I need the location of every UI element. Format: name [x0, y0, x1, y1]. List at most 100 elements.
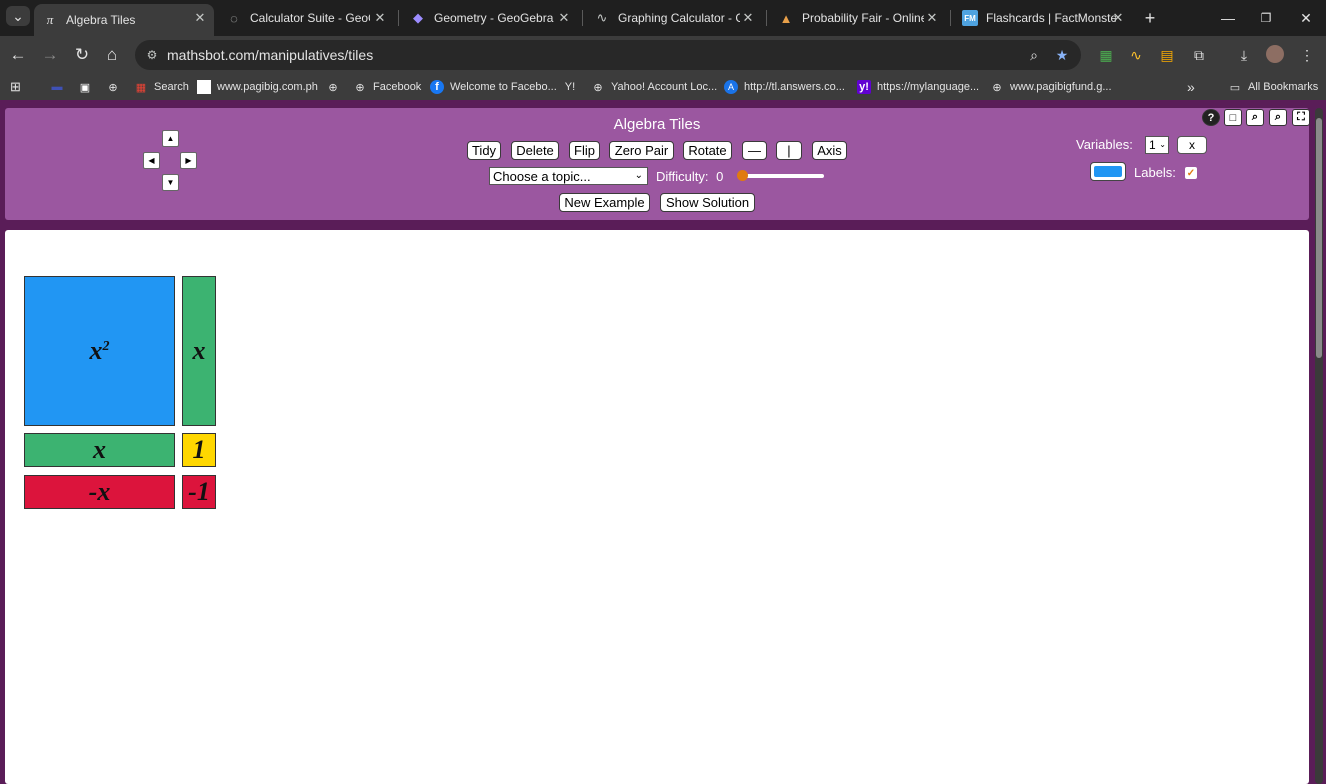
flip-button[interactable]: Flip: [569, 141, 600, 160]
bookmark-yahoo[interactable]: ⊕ Yahoo! Account Loc...: [591, 78, 717, 96]
vertical-tile-button[interactable]: |: [776, 141, 802, 160]
blank-page-icon[interactable]: □: [1224, 109, 1242, 126]
bookmark-icon-only[interactable]: ⊕: [326, 78, 346, 96]
topic-select[interactable]: Choose a topic... ⌄: [489, 167, 648, 185]
tab-probability-fair[interactable]: ▲ Probability Fair - Online Pr ✕: [770, 4, 946, 32]
help-icon[interactable]: ?: [1202, 109, 1220, 126]
url-text[interactable]: mathsbot.com/manipulatives/tiles: [167, 47, 373, 63]
extension-icon[interactable]: ▦: [1096, 45, 1116, 65]
zoom-icon[interactable]: ⌕: [1025, 46, 1043, 64]
tab-graphing-calculator[interactable]: ∿ Graphing Calculator - GeoGebra ✕: [586, 4, 762, 32]
bookmark-pagibigfund[interactable]: ⊕ www.pagibigfund.g...: [990, 78, 1111, 96]
back-icon[interactable]: ←: [6, 43, 30, 67]
horizontal-tile-button[interactable]: —: [742, 141, 767, 160]
tab-search-button[interactable]: ⌄: [6, 6, 30, 26]
restore-icon[interactable]: ❐: [1254, 8, 1278, 28]
tab-algebra-tiles[interactable]: π Algebra Tiles ✕: [34, 4, 214, 36]
control-panel: Algebra Tiles ▲ ◀ ▶ ▼ Tidy Delete Flip Z…: [5, 108, 1310, 220]
bookmark-label: http://tl.answers.co...: [744, 81, 845, 93]
tile-workspace[interactable]: x2 x x 1 -x -1: [5, 230, 1309, 784]
more-bookmarks-icon[interactable]: »: [1187, 78, 1195, 96]
globe-icon: ⊕: [992, 81, 1002, 94]
tab-flashcards[interactable]: FM Flashcards | FactMonster ✕: [954, 4, 1132, 32]
geogebra-icon: ◌: [230, 10, 238, 26]
tile-neg-unit[interactable]: -1: [182, 475, 216, 509]
scrollbar-thumb[interactable]: [1316, 118, 1322, 358]
close-icon[interactable]: ✕: [924, 10, 940, 26]
new-example-button[interactable]: New Example: [559, 193, 650, 212]
tile-neg-x[interactable]: -x: [24, 475, 175, 509]
bookmark-icon-only[interactable]: Y!: [563, 78, 583, 96]
variables-select[interactable]: 1 ⌄: [1145, 136, 1169, 154]
forward-icon[interactable]: →: [38, 43, 62, 67]
close-icon[interactable]: ✕: [740, 10, 756, 26]
bookmark-star-icon[interactable]: ★: [1053, 46, 1071, 64]
tab-title: Flashcards | FactMonster: [986, 11, 1116, 25]
minimize-icon[interactable]: —: [1216, 8, 1240, 28]
fm-icon: FM: [962, 10, 978, 26]
close-icon[interactable]: ✕: [372, 10, 388, 26]
zero-pair-button[interactable]: Zero Pair: [609, 141, 674, 160]
tidy-button[interactable]: Tidy: [467, 141, 501, 160]
fullscreen-icon[interactable]: ⛶: [1292, 109, 1310, 126]
bookmark-mylanguage[interactable]: y! https://mylanguage...: [857, 78, 979, 96]
bookmark-pagibig[interactable]: www.pagibig.com.ph: [197, 78, 318, 96]
color-picker[interactable]: [1090, 162, 1126, 181]
labels-checkbox[interactable]: ✓: [1185, 167, 1197, 179]
bookmark-label: www.pagibig.com.ph: [217, 81, 318, 93]
axis-button[interactable]: Axis: [812, 141, 847, 160]
all-bookmarks[interactable]: ▭ All Bookmarks: [1228, 78, 1319, 96]
rotate-button[interactable]: Rotate: [683, 141, 732, 160]
tab-separator: [398, 10, 399, 26]
download-icon[interactable]: ⤓: [1234, 45, 1254, 65]
difficulty-value: 0: [716, 169, 724, 184]
close-icon[interactable]: ✕: [1110, 10, 1126, 26]
move-left-button[interactable]: ◀: [143, 152, 160, 169]
tab-title: Geometry - GeoGebra: [434, 11, 554, 25]
delete-button[interactable]: Delete: [511, 141, 559, 160]
move-right-button[interactable]: ▶: [180, 152, 197, 169]
address-bar[interactable]: ⚙ mathsbot.com/manipulatives/tiles ⌕ ★: [135, 40, 1081, 70]
bookmark-icon-only[interactable]: ▬: [50, 78, 70, 96]
tile-exponent: 2: [102, 339, 110, 354]
extension-icon[interactable]: ∿: [1126, 45, 1146, 65]
bookmark-answers[interactable]: Ahttp://tl.answers.co...: [724, 78, 845, 96]
tile-x-squared[interactable]: x2: [24, 276, 175, 426]
show-solution-button[interactable]: Show Solution: [660, 193, 755, 212]
new-tab-icon[interactable]: +: [1138, 8, 1162, 28]
close-icon[interactable]: ✕: [556, 10, 572, 26]
tile-label: -1: [188, 477, 210, 506]
tab-geometry[interactable]: ◆ Geometry - GeoGebra ✕: [402, 4, 578, 32]
tile-x-vertical[interactable]: x: [182, 276, 216, 426]
move-up-button[interactable]: ▲: [162, 130, 179, 147]
bookmark-icon-only[interactable]: ▣: [78, 78, 98, 96]
tab-title: Probability Fair - Online Pr: [802, 11, 924, 25]
extensions-puzzle-icon[interactable]: ⧉: [1189, 45, 1209, 65]
apps-icon[interactable]: ⊞: [10, 78, 21, 96]
move-down-button[interactable]: ▼: [162, 174, 179, 191]
geogebra-icon: ◆: [413, 10, 423, 25]
zoom-out-icon[interactable]: ⌕: [1246, 109, 1264, 126]
close-window-icon[interactable]: ✕: [1294, 8, 1318, 28]
bookmark-facebook[interactable]: ⊕ Facebook: [353, 78, 421, 96]
tile-label: -x: [88, 477, 111, 506]
reading-list-icon[interactable]: ▤: [1157, 45, 1177, 65]
bookmark-icon-only[interactable]: ⊕: [106, 78, 126, 96]
variable-name-input[interactable]: x: [1177, 136, 1207, 154]
menu-dots-icon[interactable]: ⋮: [1297, 45, 1317, 65]
bookmark-label: Welcome to Facebo...: [450, 81, 557, 93]
color-swatch: [1094, 166, 1122, 177]
tile-unit[interactable]: 1: [182, 433, 216, 467]
tile-x-horizontal[interactable]: x: [24, 433, 175, 467]
home-icon[interactable]: ⌂: [100, 43, 124, 67]
bookmark-welcome-facebook[interactable]: f Welcome to Facebo...: [430, 78, 557, 96]
avatar[interactable]: [1266, 45, 1284, 63]
bookmark-search[interactable]: ▦ Search: [134, 78, 189, 96]
reload-icon[interactable]: ↻: [70, 43, 94, 67]
difficulty-slider[interactable]: [738, 174, 824, 178]
tab-calculator-suite[interactable]: ◌ Calculator Suite - GeoGebra ✕: [218, 4, 394, 32]
difficulty-slider-thumb[interactable]: [737, 170, 748, 181]
zoom-in-icon[interactable]: ⌕: [1269, 109, 1287, 126]
site-info-icon[interactable]: ⚙: [143, 46, 161, 64]
close-icon[interactable]: ✕: [192, 10, 208, 26]
